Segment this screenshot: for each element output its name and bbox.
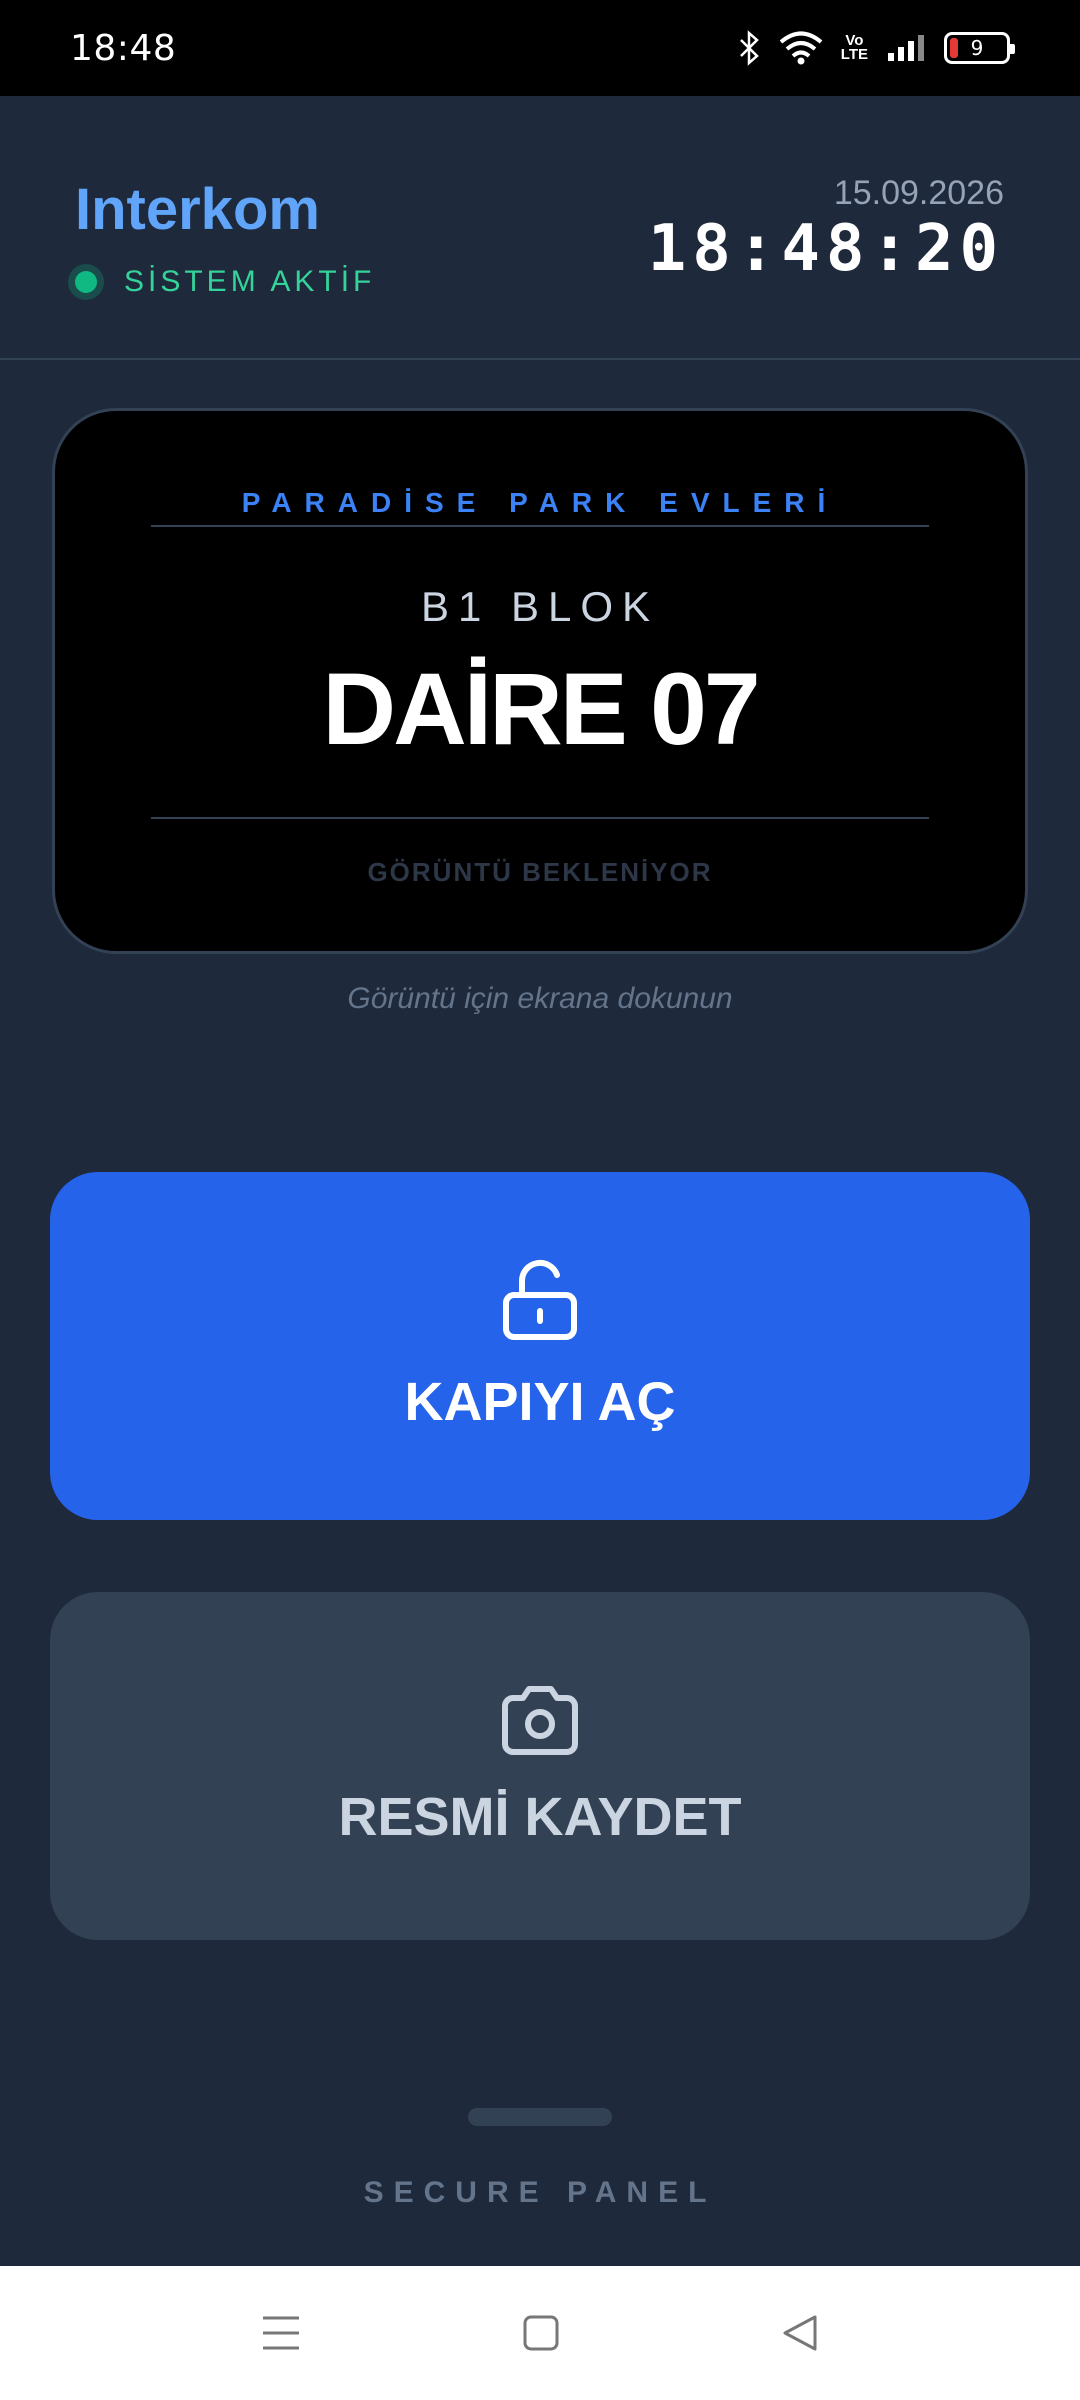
unlock-icon [503,1259,577,1340]
wifi-icon [779,31,823,65]
app-title: Interkom [75,177,320,242]
camera-icon [502,1686,578,1755]
current-clock: 18:48:20 [647,212,1004,286]
status-text: SİSTEM AKTİF [124,265,376,298]
intercom-app: Interkom SİSTEM AKTİF 15.09.2026 18:48:2… [0,96,1080,2266]
current-date: 15.09.2026 [833,174,1004,212]
save-image-button[interactable]: RESMİ KAYDET [50,1592,1030,1940]
home-icon[interactable] [522,2314,560,2352]
divider [151,817,929,819]
open-door-button[interactable]: KAPIYI AÇ [50,1172,1030,1520]
unit-label: DAİRE 07 [322,652,760,766]
footer-label: SECURE PANEL [363,2176,717,2209]
battery-icon: 9 [944,32,1015,64]
complex-name: PARADİSE PARK EVLERİ [241,487,839,518]
back-icon[interactable] [781,2313,819,2353]
camera-view[interactable]: PARADİSE PARK EVLERİ B1 BLOK DAİRE 07 GÖ… [52,408,1028,954]
status-time: 18:48 [70,27,177,69]
system-status: SİSTEM AKTİF [68,264,375,300]
system-nav-bar [0,2266,1080,2400]
save-image-label: RESMİ KAYDET [338,1787,742,1847]
signal-icon [888,35,924,61]
block-label: B1 BLOK [420,583,660,630]
bluetooth-icon [739,30,759,66]
status-indicator-icon [68,264,104,300]
status-icons: Vo LTE 9 [737,30,1015,66]
status-bar: 18:48 Vo LTE 9 [0,0,1080,96]
drag-handle[interactable] [468,2108,612,2126]
tap-hint: Görüntü için ekrana dokunun [347,982,733,1015]
app-header: Interkom SİSTEM AKTİF 15.09.2026 18:48:2… [0,96,1080,360]
volte-icon: Vo LTE [840,32,868,63]
divider [151,525,929,527]
menu-icon[interactable] [261,2314,301,2352]
open-door-label: KAPIYI AÇ [404,1372,676,1432]
waiting-status: GÖRÜNTÜ BEKLENİYOR [367,857,713,887]
